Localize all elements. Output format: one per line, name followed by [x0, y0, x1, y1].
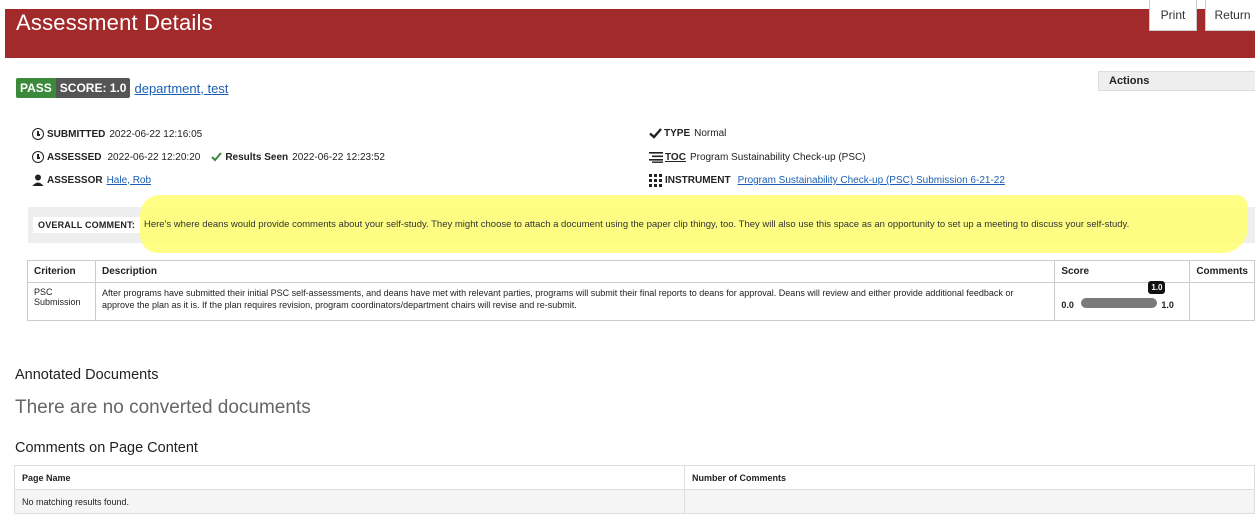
criterion-cell: PSC Submission: [27, 282, 96, 321]
print-button[interactable]: Print: [1149, 0, 1197, 31]
checkmark-icon: [211, 152, 223, 162]
no-documents-message: There are no converted documents: [15, 397, 311, 418]
results-seen-label: Results Seen: [225, 151, 289, 163]
list-icon: [649, 152, 663, 163]
type-value: Normal: [694, 128, 727, 139]
column-header: Score: [1054, 260, 1191, 283]
page-title: Assessment Details: [16, 10, 213, 35]
toc-value: Program Sustainability Check-up (PSC): [689, 151, 866, 163]
overall-comment-box: OVERALL COMMENT: Here's where deans woul…: [28, 195, 1255, 253]
page-comments-heading: Comments on Page Content: [15, 440, 198, 456]
checkmark-icon: [649, 128, 662, 139]
submitted-row: SUBMITTED 2022-06-22 12:16:05: [32, 128, 202, 140]
column-header: Description: [94, 260, 1056, 283]
pass-badge: PASS: [16, 78, 56, 98]
criteria-table: Criterion Description Score Comments PSC…: [27, 260, 1255, 321]
table-cell: [684, 489, 1255, 514]
score-max-label: 1.0: [1161, 300, 1174, 310]
clock-icon: [32, 151, 44, 163]
score-bar: [1081, 298, 1158, 308]
actions-dropdown[interactable]: Actions: [1098, 71, 1255, 91]
type-row: TYPE Normal: [649, 128, 726, 139]
submitted-value: 2022-06-22 12:16:05: [109, 128, 203, 140]
clock-icon: [32, 128, 44, 140]
toc-label: TOC: [665, 151, 686, 163]
assessed-row: ASSESSED 2022-06-22 12:20:20 Results See…: [32, 151, 385, 163]
assessor-link[interactable]: Hale, Rob: [107, 175, 151, 186]
instrument-link[interactable]: Program Sustainability Check-up (PSC) Su…: [738, 175, 1005, 186]
comments-cell: [1189, 282, 1255, 321]
department-link[interactable]: department, test: [134, 81, 228, 96]
column-header: Comments: [1189, 260, 1255, 283]
annotated-documents-heading: Annotated Documents: [15, 367, 159, 383]
instrument-label: INSTRUMENT: [665, 175, 731, 186]
type-label: TYPE: [664, 128, 691, 139]
score-min-label: 0.0: [1061, 300, 1074, 310]
assessed-value: 2022-06-22 12:20:20: [107, 151, 201, 163]
description-cell: After programs have submitted their init…: [94, 282, 1056, 321]
results-seen-value: 2022-06-22 12:23:52: [292, 151, 385, 163]
score-cell: 1.0 0.0 1.0: [1054, 281, 1191, 321]
overall-comment-label: OVERALL COMMENT:: [33, 217, 141, 233]
table-header-row: Criterion Description Score Comments: [27, 260, 1255, 283]
result-summary: PASS SCORE: 1.0 department, test: [16, 78, 228, 98]
assessor-label: ASSESSOR: [47, 174, 103, 186]
score-slider: 1.0 0.0 1.0: [1061, 281, 1183, 313]
column-header: Criterion: [27, 260, 96, 283]
score-tooltip: 1.0: [1148, 281, 1166, 294]
assessed-label: ASSESSED: [47, 151, 102, 163]
score-badge: SCORE: 1.0: [55, 78, 131, 98]
submitted-label: SUBMITTED: [47, 128, 106, 140]
instrument-row: INSTRUMENT Program Sustainability Check-…: [649, 174, 1005, 187]
toc-row: TOC Program Sustainability Check-up (PSC…: [649, 151, 866, 163]
user-icon: [32, 174, 44, 186]
table-row: PSC Submission After programs have submi…: [27, 281, 1255, 321]
return-button[interactable]: Return: [1205, 0, 1255, 31]
page-comments-table: Page Name Number of Comments No matching…: [14, 465, 1255, 514]
table-header-row: Page Name Number of Comments: [14, 465, 1255, 490]
assessor-row: ASSESSOR Hale, Rob: [32, 174, 151, 186]
column-header[interactable]: Number of Comments: [684, 465, 1255, 490]
grid-icon: [649, 174, 662, 187]
column-header[interactable]: Page Name: [14, 465, 685, 490]
table-row: No matching results found.: [14, 489, 1255, 514]
empty-results-cell: No matching results found.: [14, 489, 685, 514]
overall-comment-text: Here's where deans would provide comment…: [144, 219, 1130, 230]
page-header: Assessment Details: [5, 9, 1255, 58]
